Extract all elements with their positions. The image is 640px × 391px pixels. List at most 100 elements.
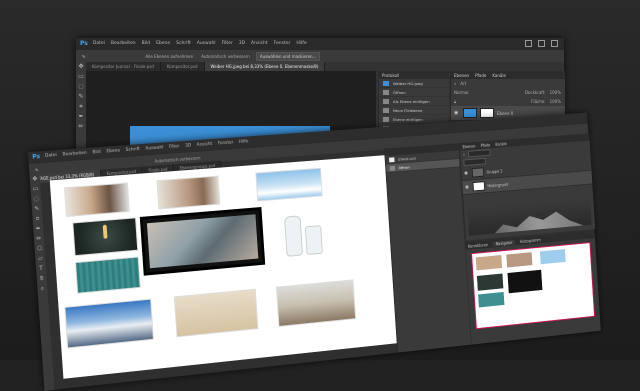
menu-bearbeiten[interactable]: Bearbeiten bbox=[62, 151, 86, 158]
brush-tool-icon[interactable]: ✏ bbox=[78, 124, 84, 130]
tab-corrections[interactable]: Korrekturen bbox=[468, 242, 488, 248]
quick-selection-icon[interactable]: ✎ bbox=[82, 54, 85, 59]
tab-layers[interactable]: Ebenen bbox=[454, 73, 469, 78]
quick-selection-tool-icon[interactable]: ✎ bbox=[34, 205, 40, 212]
tab-document[interactable]: Kompositor.psd bbox=[161, 62, 205, 71]
photo-woman-lying-1[interactable] bbox=[64, 182, 130, 218]
history-snapshot-label: Weiber HG.jpeg bbox=[393, 80, 423, 86]
crop-tool-icon[interactable]: ⌗ bbox=[78, 104, 84, 110]
marquee-tool-icon[interactable]: ▭ bbox=[32, 185, 38, 192]
close-icon[interactable] bbox=[551, 40, 558, 47]
history-item[interactable]: Neue Füllebene bbox=[379, 106, 449, 115]
opacity-value[interactable]: 100% bbox=[550, 90, 561, 95]
tab-histogram[interactable]: Histogramm bbox=[520, 237, 541, 243]
history-item-icon bbox=[383, 98, 389, 104]
menu-bearbeiten[interactable]: Bearbeiten bbox=[111, 41, 136, 46]
eye-icon[interactable]: ◉ bbox=[465, 184, 470, 190]
menu-ansicht[interactable]: Ansicht bbox=[197, 142, 213, 148]
layer-thumbnail bbox=[472, 181, 486, 192]
menu-fenster[interactable]: Fenster bbox=[218, 140, 234, 146]
zoom-tool-icon[interactable]: ⌕ bbox=[39, 285, 45, 293]
stamp-tool-icon[interactable]: ⎔ bbox=[37, 245, 43, 252]
menu-auswahl[interactable]: Auswahl bbox=[197, 41, 216, 46]
fill-value[interactable]: 100% bbox=[550, 99, 561, 104]
menu-hilfe[interactable]: Hilfe bbox=[296, 41, 306, 46]
menu-auswahl[interactable]: Auswahl bbox=[145, 145, 163, 151]
photo-glass-bottles[interactable] bbox=[271, 205, 332, 262]
minimize-icon[interactable] bbox=[525, 40, 532, 47]
histogram bbox=[467, 197, 592, 236]
menu-datei[interactable]: Datei bbox=[45, 153, 57, 159]
history-item[interactable]: Als Ebene einfügen bbox=[379, 97, 449, 106]
tab-navigator[interactable]: Navigator bbox=[493, 239, 515, 247]
layer-name[interactable]: Hintergrund bbox=[487, 182, 508, 188]
history-item[interactable]: Öffnen bbox=[379, 88, 449, 97]
tab-document-active[interactable]: Weiber HG.jpeg bei 8,33% (Ebene 0, Ebene… bbox=[204, 62, 326, 71]
photo-woman-framed[interactable] bbox=[139, 206, 266, 276]
quick-selection-tool-icon[interactable]: ✎ bbox=[78, 94, 84, 100]
search-icon[interactable]: ⌕ bbox=[454, 81, 456, 86]
tab-layers[interactable]: Ebenen bbox=[462, 143, 475, 149]
menu-bild[interactable]: Bild bbox=[92, 150, 101, 156]
history-title[interactable]: Protokoll bbox=[382, 73, 399, 78]
menu-ebene[interactable]: Ebene bbox=[156, 41, 170, 46]
search-icon[interactable]: ⌕ bbox=[463, 152, 465, 157]
photo-woman-lying-2[interactable] bbox=[156, 175, 221, 210]
history-item-icon bbox=[389, 165, 396, 171]
menu-schrift[interactable]: Schrift bbox=[176, 41, 191, 46]
menu-ansicht[interactable]: Ansicht bbox=[251, 41, 268, 46]
tab-channels[interactable]: Kanäle bbox=[495, 141, 507, 146]
move-tool-icon[interactable]: ✥ bbox=[78, 64, 84, 70]
menu-3d[interactable]: 3D bbox=[239, 41, 245, 46]
photo-teal-wood[interactable] bbox=[75, 256, 141, 294]
menu-schrift[interactable]: Schrift bbox=[126, 147, 140, 153]
menu-ebene[interactable]: Ebene bbox=[106, 148, 120, 154]
quick-selection-icon[interactable]: ✎ bbox=[35, 167, 39, 172]
navigator-preview[interactable] bbox=[471, 242, 595, 330]
photo-stone-road[interactable] bbox=[275, 279, 357, 327]
photo-clouds[interactable] bbox=[255, 167, 323, 202]
eyedropper-tool-icon[interactable]: ✒ bbox=[35, 225, 41, 232]
tab-paths[interactable]: Pfade bbox=[475, 73, 486, 78]
bottle-icon bbox=[284, 215, 304, 257]
eye-icon[interactable]: ◉ bbox=[464, 170, 469, 176]
photo-lightbulb[interactable] bbox=[72, 217, 139, 257]
menu-filter[interactable]: Filter bbox=[222, 41, 233, 46]
select-and-mask-button[interactable]: Auswählen und maskieren... bbox=[255, 51, 321, 61]
menu-filter[interactable]: Filter bbox=[169, 144, 180, 150]
brush-tool-icon[interactable]: ✏ bbox=[36, 235, 42, 242]
menu-datei[interactable]: Datei bbox=[93, 41, 105, 46]
lasso-tool-icon[interactable]: ◌ bbox=[78, 84, 84, 90]
document-canvas[interactable] bbox=[49, 155, 397, 379]
menu-bar: Ps Datei Bearbeiten Bild Ebene Schrift A… bbox=[76, 38, 564, 49]
tab-document[interactable]: Kompositor Juornal - Finale.psd bbox=[86, 62, 161, 71]
menu-bild[interactable]: Bild bbox=[142, 41, 150, 46]
text-tool-icon[interactable]: T bbox=[38, 265, 44, 272]
photo-sand-birds[interactable] bbox=[173, 288, 259, 338]
maximize-icon[interactable] bbox=[538, 40, 545, 47]
nav-thumb bbox=[506, 252, 533, 268]
crop-tool-icon[interactable]: ⌗ bbox=[34, 215, 40, 222]
layer-kind-select[interactable]: Art bbox=[460, 81, 466, 86]
eraser-tool-icon[interactable]: ▱ bbox=[37, 255, 43, 262]
photo-mountain[interactable] bbox=[64, 298, 154, 349]
history-snapshot[interactable]: Weiber HG.jpeg bbox=[379, 79, 449, 88]
layer-name[interactable]: Gruppe 1 bbox=[486, 168, 502, 174]
layer-name[interactable]: Ebene 0 bbox=[497, 111, 513, 116]
marquee-tool-icon[interactable]: ▭ bbox=[78, 74, 84, 80]
lock-icon[interactable]: 🔒︎ bbox=[454, 99, 456, 104]
eye-icon[interactable]: ◉ bbox=[454, 110, 459, 116]
hand-tool-icon[interactable]: ✋︎ bbox=[39, 275, 45, 282]
menu-fenster[interactable]: Fenster bbox=[274, 41, 291, 46]
lasso-tool-icon[interactable]: ◌ bbox=[33, 195, 39, 202]
menu-hilfe[interactable]: Hilfe bbox=[239, 139, 249, 144]
menu-3d[interactable]: 3D bbox=[185, 143, 191, 148]
move-tool-icon[interactable]: ✥ bbox=[32, 175, 38, 182]
eyedropper-tool-icon[interactable]: ✒ bbox=[78, 114, 84, 120]
auto-enhance-checkbox[interactable]: Automatisch verbessern bbox=[201, 54, 250, 59]
blend-mode-select[interactable]: Normal bbox=[454, 90, 468, 95]
tab-channels[interactable]: Kanäle bbox=[492, 73, 506, 78]
sample-all-checkbox[interactable]: Alle Ebenen aufnehmen bbox=[145, 54, 193, 59]
layer-mask-thumbnail[interactable] bbox=[480, 108, 494, 118]
tab-paths[interactable]: Pfade bbox=[480, 142, 490, 147]
